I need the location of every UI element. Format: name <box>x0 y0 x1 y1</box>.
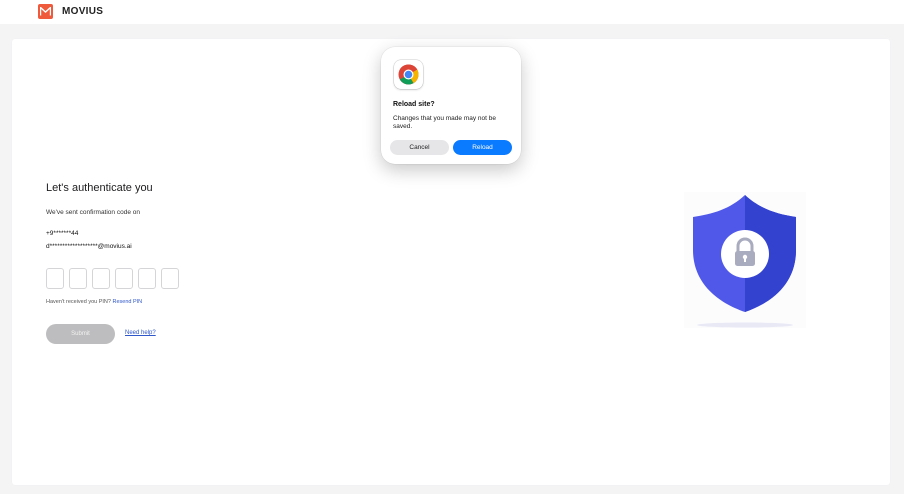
confirmation-sent-text: We've sent confirmation code on <box>46 209 140 216</box>
brand-name: MOVIUS <box>62 6 104 17</box>
chrome-icon <box>394 60 423 89</box>
shield-lock-icon <box>684 192 806 328</box>
movius-logo-icon <box>38 4 53 19</box>
masked-email: d*******************@movius.ai <box>46 243 132 250</box>
resend-row: Haven't received you PIN? Resend PIN <box>46 299 142 305</box>
dialog-message: Changes that you made may not be saved. <box>393 115 496 130</box>
need-help-link[interactable]: Need help? <box>125 330 156 336</box>
page-title: Let's authenticate you <box>46 182 153 194</box>
dialog-title: Reload site? <box>393 101 435 108</box>
resend-prompt: Haven't received you PIN? <box>46 299 111 305</box>
pin-digit-3[interactable] <box>92 268 110 289</box>
submit-button[interactable]: Submit <box>46 324 115 344</box>
reload-site-dialog: Reload site? Changes that you made may n… <box>381 47 521 164</box>
reload-button[interactable]: Reload <box>453 140 512 155</box>
resend-pin-link[interactable]: Resend PIN <box>112 299 142 305</box>
cancel-button[interactable]: Cancel <box>390 140 449 155</box>
pin-digit-5[interactable] <box>138 268 156 289</box>
pin-digit-6[interactable] <box>161 268 179 289</box>
top-bar: MOVIUS <box>0 0 904 24</box>
masked-phone: +9*******44 <box>46 230 79 237</box>
pin-digit-4[interactable] <box>115 268 133 289</box>
pin-digit-1[interactable] <box>46 268 64 289</box>
pin-digit-2[interactable] <box>69 268 87 289</box>
